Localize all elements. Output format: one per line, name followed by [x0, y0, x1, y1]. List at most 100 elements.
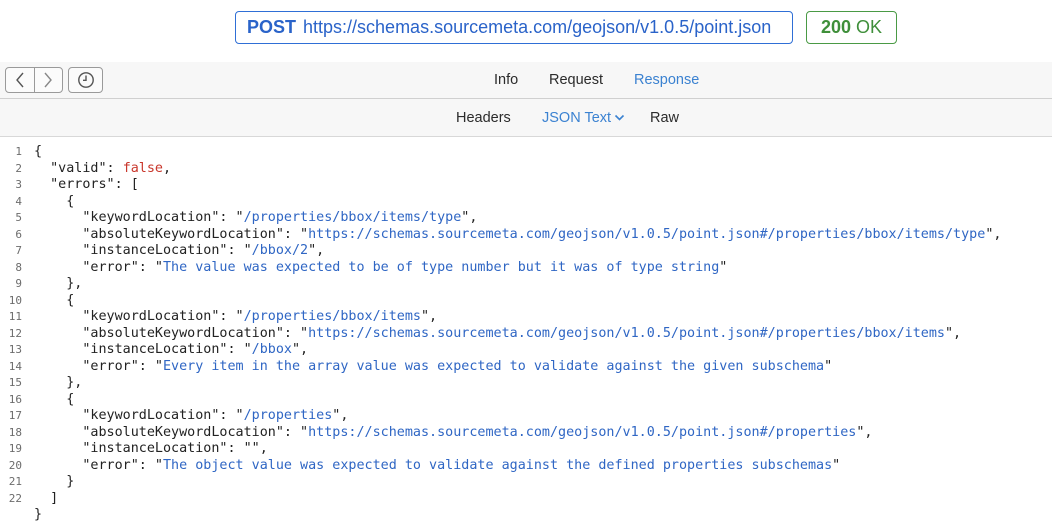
json-string: /properties/bbox/items [243, 309, 421, 324]
line-number: 7 [15, 244, 22, 257]
json-string: https://schemas.sourcemeta.com/geojson/v… [308, 226, 986, 242]
json-string: https://schemas.sourcemeta.com/geojson/v… [308, 424, 857, 440]
code-line: 15 }, [0, 374, 1052, 391]
code-text: "keywordLocation": "/properties", [34, 407, 348, 424]
json-punct: "absoluteKeywordLocation": " [34, 424, 309, 440]
code-line: 2 "valid": false, [0, 160, 1052, 177]
json-punct: "error": " [34, 457, 163, 473]
code-text: } [34, 506, 42, 523]
code-text: "valid": false, [34, 160, 171, 177]
line-number: 15 [8, 376, 22, 389]
json-punct: "absoluteKeywordLocation": " [34, 325, 309, 341]
json-punct: "instanceLocation": "", [34, 441, 268, 456]
code-text: "error": "Every item in the array value … [34, 358, 832, 375]
code-line: 21 } [0, 473, 1052, 490]
subtab-raw[interactable]: Raw [650, 110, 679, 126]
response-view-tabs: Headers JSON Text Raw [0, 99, 1052, 137]
json-punct: } [34, 507, 43, 522]
code-line: 4 { [0, 193, 1052, 210]
code-text: { [34, 391, 74, 408]
code-text: { [34, 193, 74, 210]
json-punct: "errors": [ [34, 177, 139, 192]
json-string: /properties [243, 408, 333, 423]
json-code-view[interactable]: 1{2 "valid": false, 3 "errors": [4 {5 "ke… [0, 142, 1052, 526]
status-text: OK [856, 17, 883, 37]
json-punct: ", [291, 342, 309, 357]
line-number: 10 [8, 293, 22, 307]
json-punct: " [832, 457, 841, 473]
line-number: 8 [15, 260, 22, 274]
code-line: 1{ [0, 143, 1052, 160]
json-punct: ", [945, 325, 962, 341]
code-line: 17 "keywordLocation": "/properties", [0, 407, 1052, 424]
code-text: "absoluteKeywordLocation": "https://sche… [34, 325, 961, 342]
subtab-headers[interactable]: Headers [456, 110, 511, 126]
json-punct: "error": " [34, 259, 163, 275]
request-method: POST [247, 17, 297, 37]
json-punct: }, [34, 375, 83, 390]
json-string: Every item in the array value was expect… [163, 358, 825, 374]
code-text: "absoluteKeywordLocation": "https://sche… [34, 226, 1001, 243]
json-punct: { [34, 193, 75, 209]
line-number: 11 [8, 310, 22, 323]
json-punct: , [163, 160, 172, 176]
code-line: 20 "error": "The object value was expect… [0, 457, 1052, 474]
json-punct: ", [308, 243, 325, 258]
code-line: 8 "error": "The value was expected to be… [0, 259, 1052, 276]
line-number: 16 [8, 392, 22, 406]
line-number: 2 [15, 161, 22, 175]
tab-request[interactable]: Request [549, 72, 603, 88]
line-number: 20 [8, 458, 22, 472]
code-text: }, [34, 374, 82, 391]
json-punct: "error": " [34, 358, 163, 374]
code-text: } [34, 473, 74, 490]
code-line: 22 ] [0, 490, 1052, 507]
code-text: "errors": [ [34, 176, 139, 193]
json-punct: " [824, 358, 833, 374]
code-line: 11 "keywordLocation": "/properties/bbox/… [0, 308, 1052, 325]
code-line: 12 "absoluteKeywordLocation": "https://s… [0, 325, 1052, 342]
code-line: 6 "absoluteKeywordLocation": "https://sc… [0, 226, 1052, 243]
code-line: 13 "instanceLocation": "/bbox", [0, 341, 1052, 358]
json-string: The value was expected to be of type num… [163, 259, 720, 275]
json-punct: "keywordLocation": " [34, 408, 244, 423]
json-punct: } [34, 474, 75, 489]
json-punct: "instanceLocation": " [34, 243, 252, 258]
code-line: 9 }, [0, 275, 1052, 292]
json-punct: ", [332, 408, 349, 423]
request-bar: POST https://schemas.sourcemeta.com/geoj… [0, 0, 1052, 58]
subtab-json-text-label: JSON Text [542, 110, 612, 126]
code-line: 3 "errors": [ [0, 176, 1052, 193]
tab-response[interactable]: Response [634, 72, 699, 88]
code-text: "absoluteKeywordLocation": "https://sche… [34, 424, 872, 441]
line-number: 9 [15, 277, 22, 290]
line-number: 21 [8, 475, 22, 488]
json-punct: "keywordLocation": " [34, 210, 244, 225]
request-url-field[interactable]: POST https://schemas.sourcemeta.com/geoj… [235, 11, 793, 44]
line-number: 3 [15, 178, 22, 191]
code-text: "instanceLocation": "", [34, 440, 268, 457]
json-string: /bbox/2 [251, 243, 309, 258]
request-url: https://schemas.sourcemeta.com/geojson/v… [303, 17, 772, 37]
code-line: 10 { [0, 292, 1052, 309]
json-punct: { [34, 144, 43, 159]
code-line: } [0, 506, 1052, 523]
line-number: 22 [8, 491, 22, 505]
main-tabs: Info Request Response [0, 62, 1052, 98]
json-string: /bbox [251, 342, 292, 357]
line-number: 12 [8, 326, 22, 340]
tab-info[interactable]: Info [494, 72, 518, 88]
json-punct: ", [461, 210, 478, 225]
json-punct: "keywordLocation": " [34, 309, 244, 324]
code-text: "keywordLocation": "/properties/bbox/ite… [34, 308, 437, 325]
json-punct: ", [420, 309, 438, 324]
nav-bar: Info Request Response [0, 62, 1052, 99]
subtab-json-text[interactable]: JSON Text [542, 110, 625, 126]
json-punct: ", [856, 424, 873, 440]
json-punct: "instanceLocation": " [34, 342, 252, 357]
code-text: "error": "The object value was expected … [34, 457, 840, 474]
code-line: 18 "absoluteKeywordLocation": "https://s… [0, 424, 1052, 441]
status-badge: 200 OK [806, 11, 897, 44]
json-punct: { [34, 292, 75, 308]
json-keyword: false [122, 160, 163, 176]
